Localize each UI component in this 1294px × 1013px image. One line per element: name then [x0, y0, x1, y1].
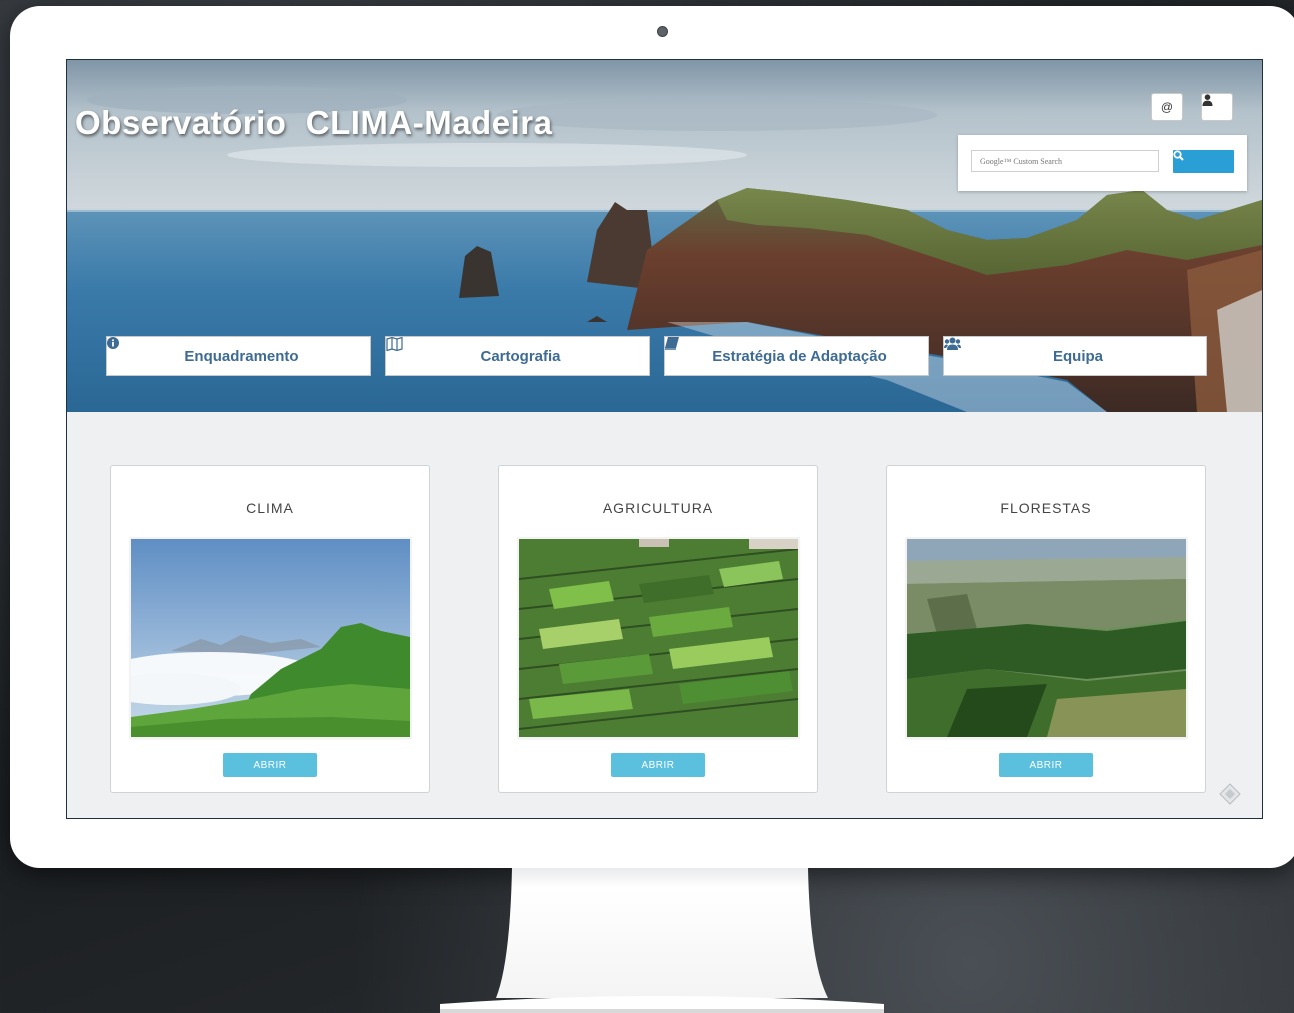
- at-icon: @: [1160, 100, 1174, 114]
- card-clima: CLIMA ABRIR: [110, 465, 430, 793]
- nav-label: Estratégia de Adaptação: [712, 347, 887, 365]
- browser-screen: Observatório CLIMA-Madeira @ Google™ Cus…: [66, 59, 1263, 819]
- clima-image[interactable]: [131, 539, 410, 737]
- monitor-stand: [440, 868, 884, 1013]
- topics-section: CLIMA ABRIR AGRICULTURA ABRIR FLORESTAS …: [67, 412, 1262, 818]
- card-title: FLORESTAS: [1000, 500, 1092, 516]
- contact-button[interactable]: @: [1151, 93, 1183, 121]
- nav-cartografia[interactable]: Cartografia: [385, 336, 650, 376]
- nav-label: Enquadramento: [184, 347, 299, 365]
- florestas-image[interactable]: [907, 539, 1186, 737]
- site-title: Observatório CLIMA-Madeira: [75, 104, 553, 141]
- open-clima-button[interactable]: ABRIR: [223, 753, 317, 777]
- nav-enquadramento[interactable]: Enquadramento: [106, 336, 371, 376]
- diamond-badge-icon: [1219, 783, 1241, 805]
- open-agricultura-button[interactable]: ABRIR: [611, 753, 705, 777]
- search-panel: [958, 135, 1247, 191]
- nav-estrategia[interactable]: Estratégia de Adaptação: [664, 336, 929, 376]
- card-title: CLIMA: [246, 500, 294, 516]
- nav-label: Equipa: [1052, 347, 1103, 365]
- nav-equipa[interactable]: Equipa: [943, 336, 1207, 376]
- nav-label: Cartografia: [480, 347, 561, 365]
- login-button[interactable]: [1201, 93, 1233, 121]
- search-icon: [1173, 150, 1184, 161]
- card-florestas: FLORESTAS ABRIR: [886, 465, 1206, 793]
- agricultura-image[interactable]: [519, 539, 798, 737]
- hero-banner: Observatório CLIMA-Madeira @ Google™ Cus…: [67, 60, 1262, 412]
- card-title: AGRICULTURA: [602, 500, 714, 516]
- webcam-dot: [657, 26, 668, 37]
- search-input[interactable]: [971, 150, 1159, 172]
- search-button[interactable]: [1173, 150, 1234, 173]
- open-florestas-button[interactable]: ABRIR: [999, 753, 1093, 777]
- card-agricultura: AGRICULTURA ABRIR: [498, 465, 818, 793]
- user-icon: [1202, 94, 1213, 106]
